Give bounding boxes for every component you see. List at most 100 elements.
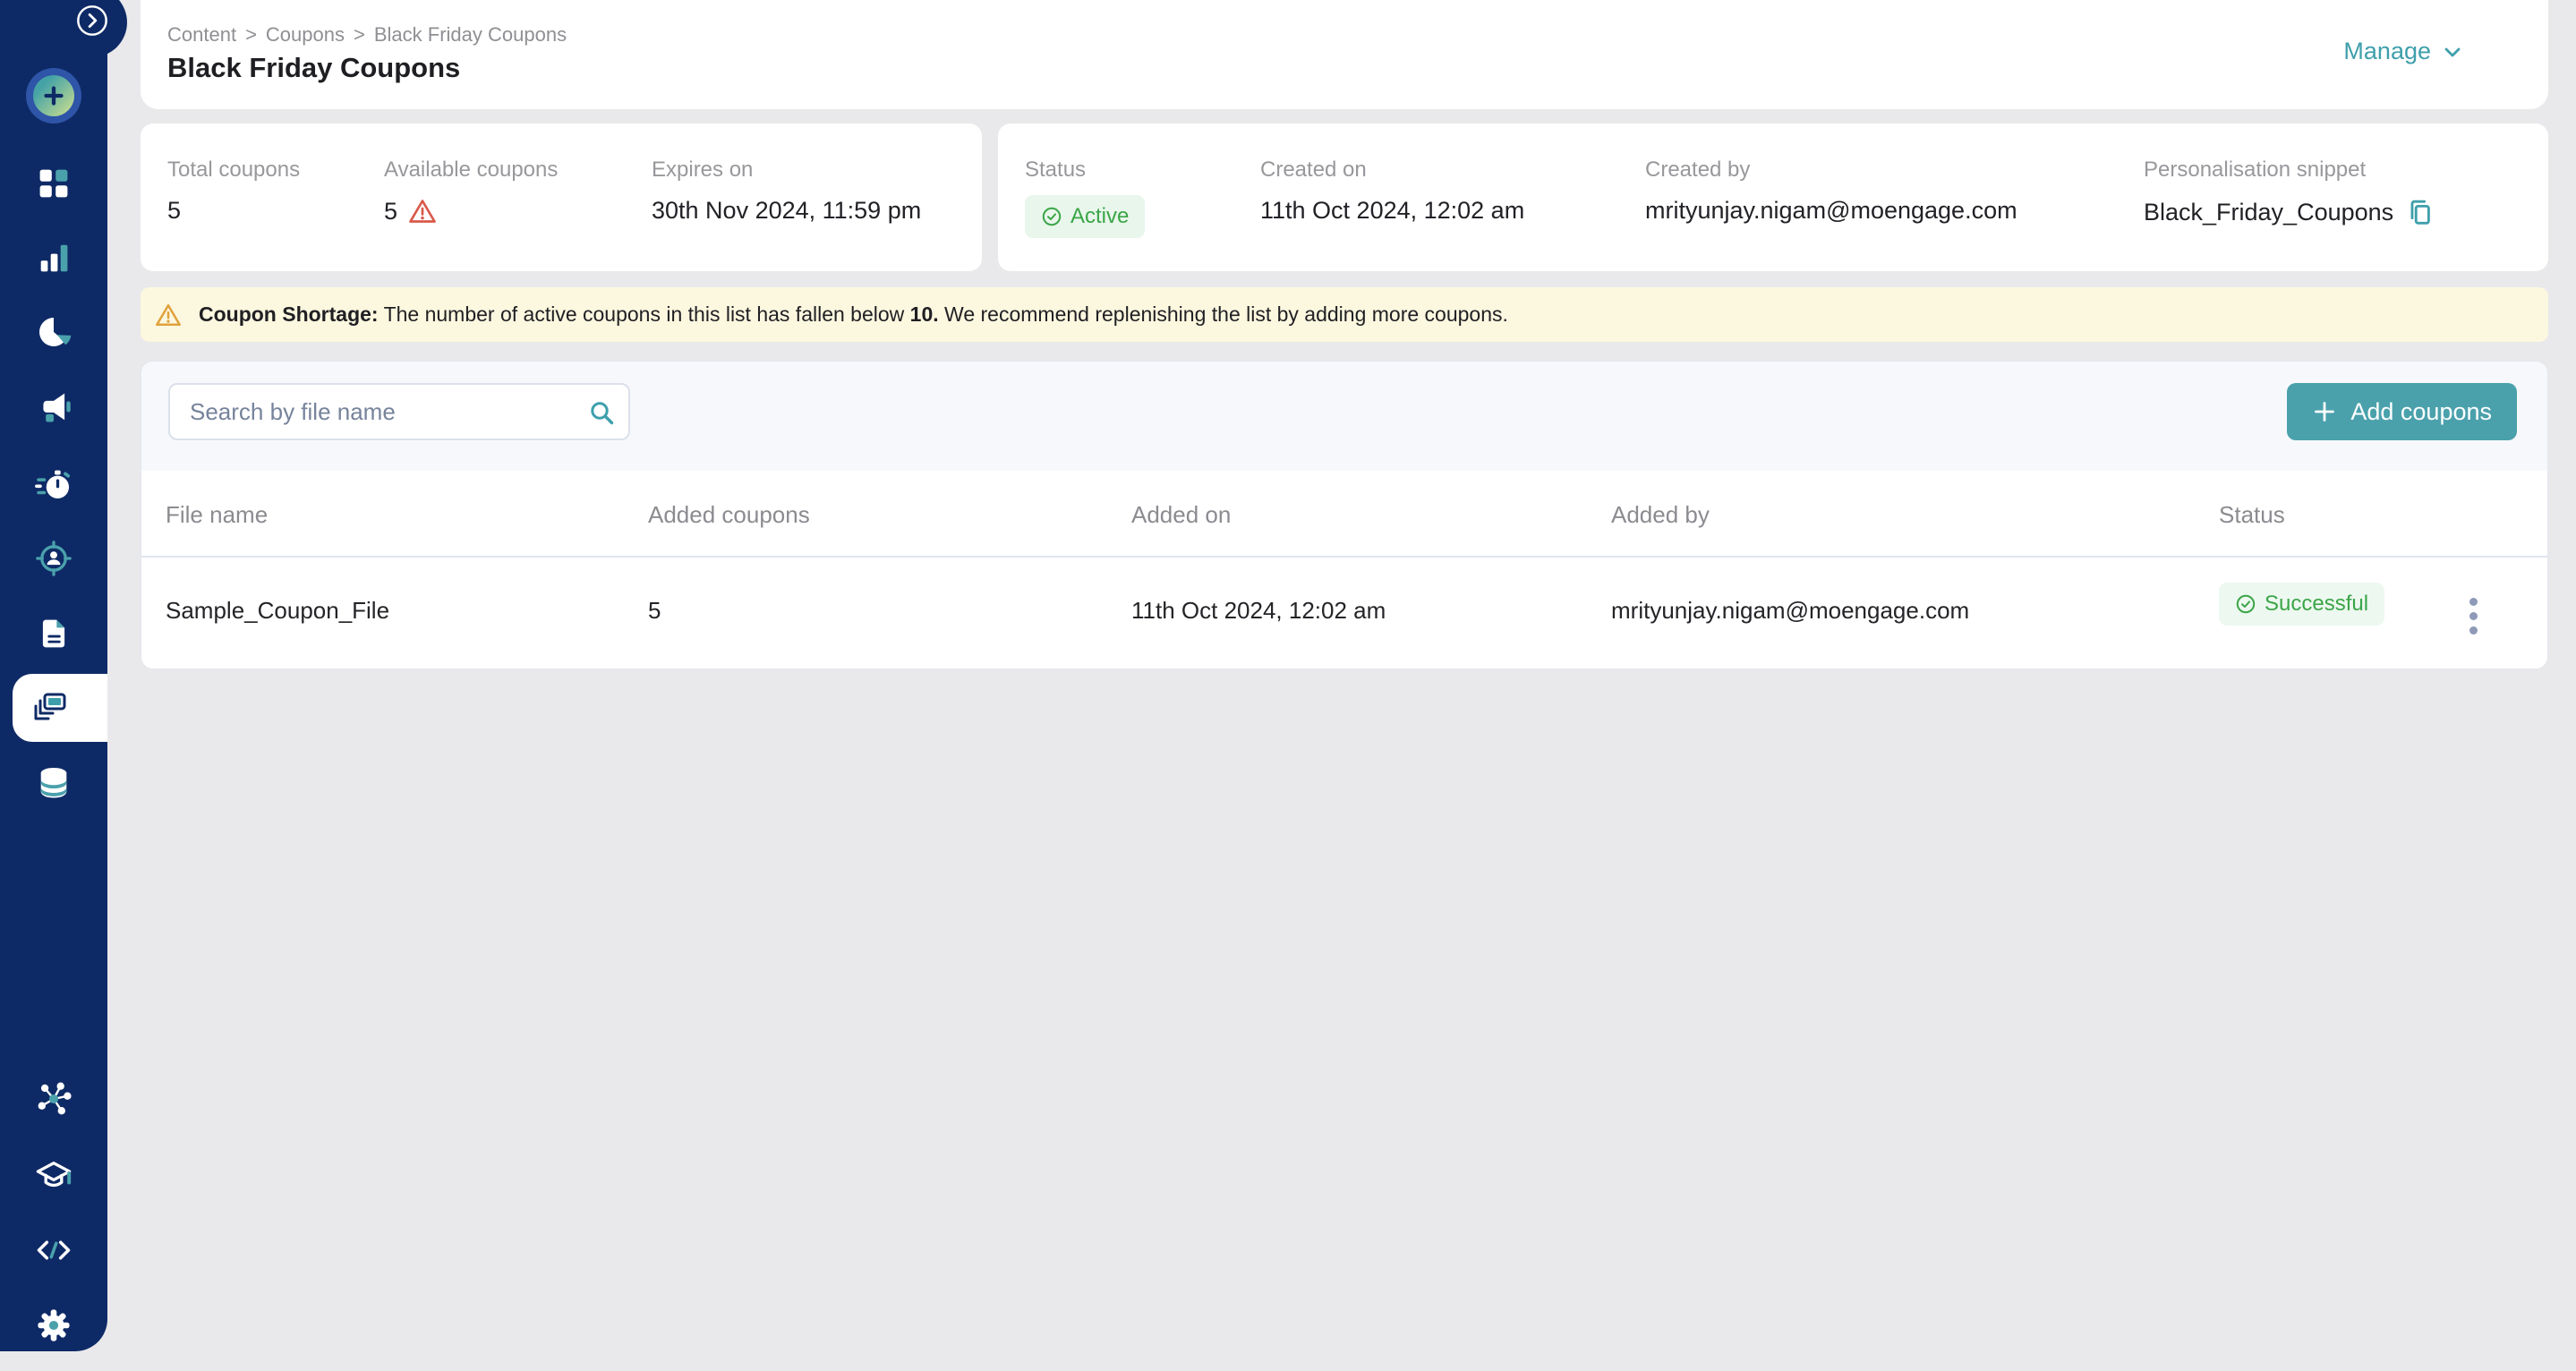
banner-warning-icon: [155, 302, 182, 328]
available-coupons-field: Available coupons 5: [384, 158, 558, 226]
sidebar-item-data[interactable]: [34, 763, 73, 803]
add-coupons-button[interactable]: Add coupons: [2287, 383, 2517, 440]
plus-icon: [2312, 399, 2337, 424]
successful-badge: Successful: [2219, 583, 2384, 626]
created-on-field: Created on 11th Oct 2024, 12:02 am: [1260, 158, 1524, 225]
plus-icon: [33, 75, 74, 116]
column-header-file-name: File name: [166, 501, 268, 529]
sidebar-item-integrations[interactable]: [34, 1079, 73, 1119]
dashboard-grid-icon: [34, 164, 73, 203]
column-header-added-by: Added by: [1611, 501, 1710, 529]
column-header-status: Status: [2219, 501, 2285, 529]
search-input[interactable]: [170, 385, 628, 439]
search-box: [168, 383, 630, 440]
sidebar-item-developer[interactable]: [34, 1230, 73, 1270]
chevron-down-icon: [2442, 41, 2463, 63]
academy-graduation-icon: [34, 1156, 73, 1196]
breadcrumb: Content > Coupons > Black Friday Coupons: [167, 23, 567, 47]
kebab-dot: [2469, 612, 2478, 620]
coupons-summary-card: Total coupons 5 Available coupons 5 Expi…: [141, 123, 982, 271]
low-coupons-warning-icon: [408, 197, 437, 226]
table-row: Sample_Coupon_File 5 11th Oct 2024, 12:0…: [141, 559, 2547, 670]
status-label: Status: [1025, 158, 1145, 183]
kebab-dot: [2469, 598, 2478, 606]
expires-on-value: 30th Nov 2024, 11:59 pm: [652, 197, 921, 225]
status-badge: Active: [1025, 195, 1145, 238]
megaphone-icon: [34, 387, 73, 427]
developer-code-icon: [34, 1230, 73, 1270]
table-header-row: File name Added coupons Added on Added b…: [141, 471, 2547, 558]
table-toolbar: Add coupons: [141, 362, 2547, 471]
status-badge-label: Active: [1070, 204, 1129, 229]
created-by-label: Created by: [1645, 158, 2017, 183]
sidebar: [0, 0, 107, 1351]
integrations-network-icon: [34, 1079, 73, 1119]
check-circle-icon: [1041, 206, 1062, 227]
audience-target-icon: [34, 539, 73, 578]
sidebar-item-campaigns[interactable]: [34, 387, 73, 427]
available-coupons-label: Available coupons: [384, 158, 558, 183]
page-title: Black Friday Coupons: [167, 52, 460, 84]
personalisation-snippet-field: Personalisation snippet Black_Friday_Cou…: [2144, 158, 2435, 227]
banner-title: Coupon Shortage:: [199, 302, 379, 326]
column-header-added-on: Added on: [1131, 501, 1231, 529]
cell-added-coupons: 5: [648, 597, 661, 625]
details-summary-card: Status Active Created on 11th Oct 2024, …: [998, 123, 2548, 271]
expires-on-field: Expires on 30th Nov 2024, 11:59 pm: [652, 158, 921, 225]
settings-gear-icon: [34, 1306, 73, 1345]
chevron-right-circle-icon: [75, 4, 109, 38]
cell-file-name: Sample_Coupon_File: [166, 597, 389, 625]
created-by-value: mrityunjay.nigam@moengage.com: [1645, 197, 2017, 225]
coupon-files-section: Add coupons File name Added coupons Adde…: [141, 361, 2548, 669]
bar-chart-icon: [34, 238, 73, 277]
copy-icon[interactable]: [2404, 197, 2435, 227]
total-coupons-value: 5: [167, 197, 300, 225]
status-field: Status Active: [1025, 158, 1145, 238]
manage-dropdown-button[interactable]: Manage: [2343, 38, 2463, 65]
content-layers-icon: [30, 688, 70, 728]
breadcrumb-current: Black Friday Coupons: [374, 23, 567, 46]
cell-status: Successful: [2219, 583, 2384, 626]
coupons-page: Content > Coupons > Black Friday Coupons Bla…: [0, 0, 2576, 1371]
cell-added-on: 11th Oct 2024, 12:02 am: [1131, 597, 1386, 625]
cell-added-by: mrityunjay.nigam@moengage.com: [1611, 597, 1969, 625]
created-by-field: Created by mrityunjay.nigam@moengage.com: [1645, 158, 2017, 225]
sidebar-item-settings[interactable]: [34, 1306, 73, 1345]
available-coupons-value: 5: [384, 198, 397, 226]
database-icon: [34, 763, 73, 803]
create-button[interactable]: [26, 68, 81, 123]
stopwatch-icon: [34, 464, 73, 504]
row-actions-menu[interactable]: [2455, 588, 2491, 643]
breadcrumb-separator: >: [354, 23, 365, 46]
sidebar-item-academy[interactable]: [34, 1156, 73, 1196]
banner-message: Coupon Shortage: The number of active co…: [199, 302, 1508, 327]
total-coupons-field: Total coupons 5: [167, 158, 300, 225]
sidebar-expand-button[interactable]: [75, 4, 109, 38]
column-header-added-coupons: Added coupons: [648, 501, 810, 529]
sidebar-item-reports[interactable]: [34, 312, 73, 352]
breadcrumb-content[interactable]: Content: [167, 23, 236, 46]
coupon-shortage-banner: Coupon Shortage: The number of active co…: [141, 287, 2548, 342]
sidebar-item-flows[interactable]: [34, 464, 73, 504]
sidebar-item-audience[interactable]: [34, 539, 73, 578]
personalisation-snippet-value: Black_Friday_Coupons: [2144, 199, 2393, 226]
created-on-label: Created on: [1260, 158, 1524, 183]
successful-badge-label: Successful: [2265, 592, 2368, 617]
page-header: Content > Coupons > Black Friday Coupons Bla…: [141, 0, 2548, 109]
pie-chart-icon: [34, 312, 73, 352]
kebab-dot: [2469, 626, 2478, 634]
manage-label: Manage: [2343, 38, 2431, 65]
sidebar-item-templates[interactable]: [34, 614, 73, 653]
add-coupons-label: Add coupons: [2350, 398, 2492, 426]
breadcrumb-coupons[interactable]: Coupons: [266, 23, 345, 46]
sidebar-item-content-active[interactable]: [13, 674, 107, 742]
expires-on-label: Expires on: [652, 158, 921, 183]
created-on-value: 11th Oct 2024, 12:02 am: [1260, 197, 1524, 225]
check-circle-icon: [2235, 593, 2256, 615]
breadcrumb-separator: >: [245, 23, 257, 46]
total-coupons-label: Total coupons: [167, 158, 300, 183]
sidebar-item-dashboard[interactable]: [34, 164, 73, 203]
sidebar-item-analytics[interactable]: [34, 238, 73, 277]
search-icon[interactable]: [587, 398, 616, 427]
personalisation-snippet-label: Personalisation snippet: [2144, 158, 2435, 183]
